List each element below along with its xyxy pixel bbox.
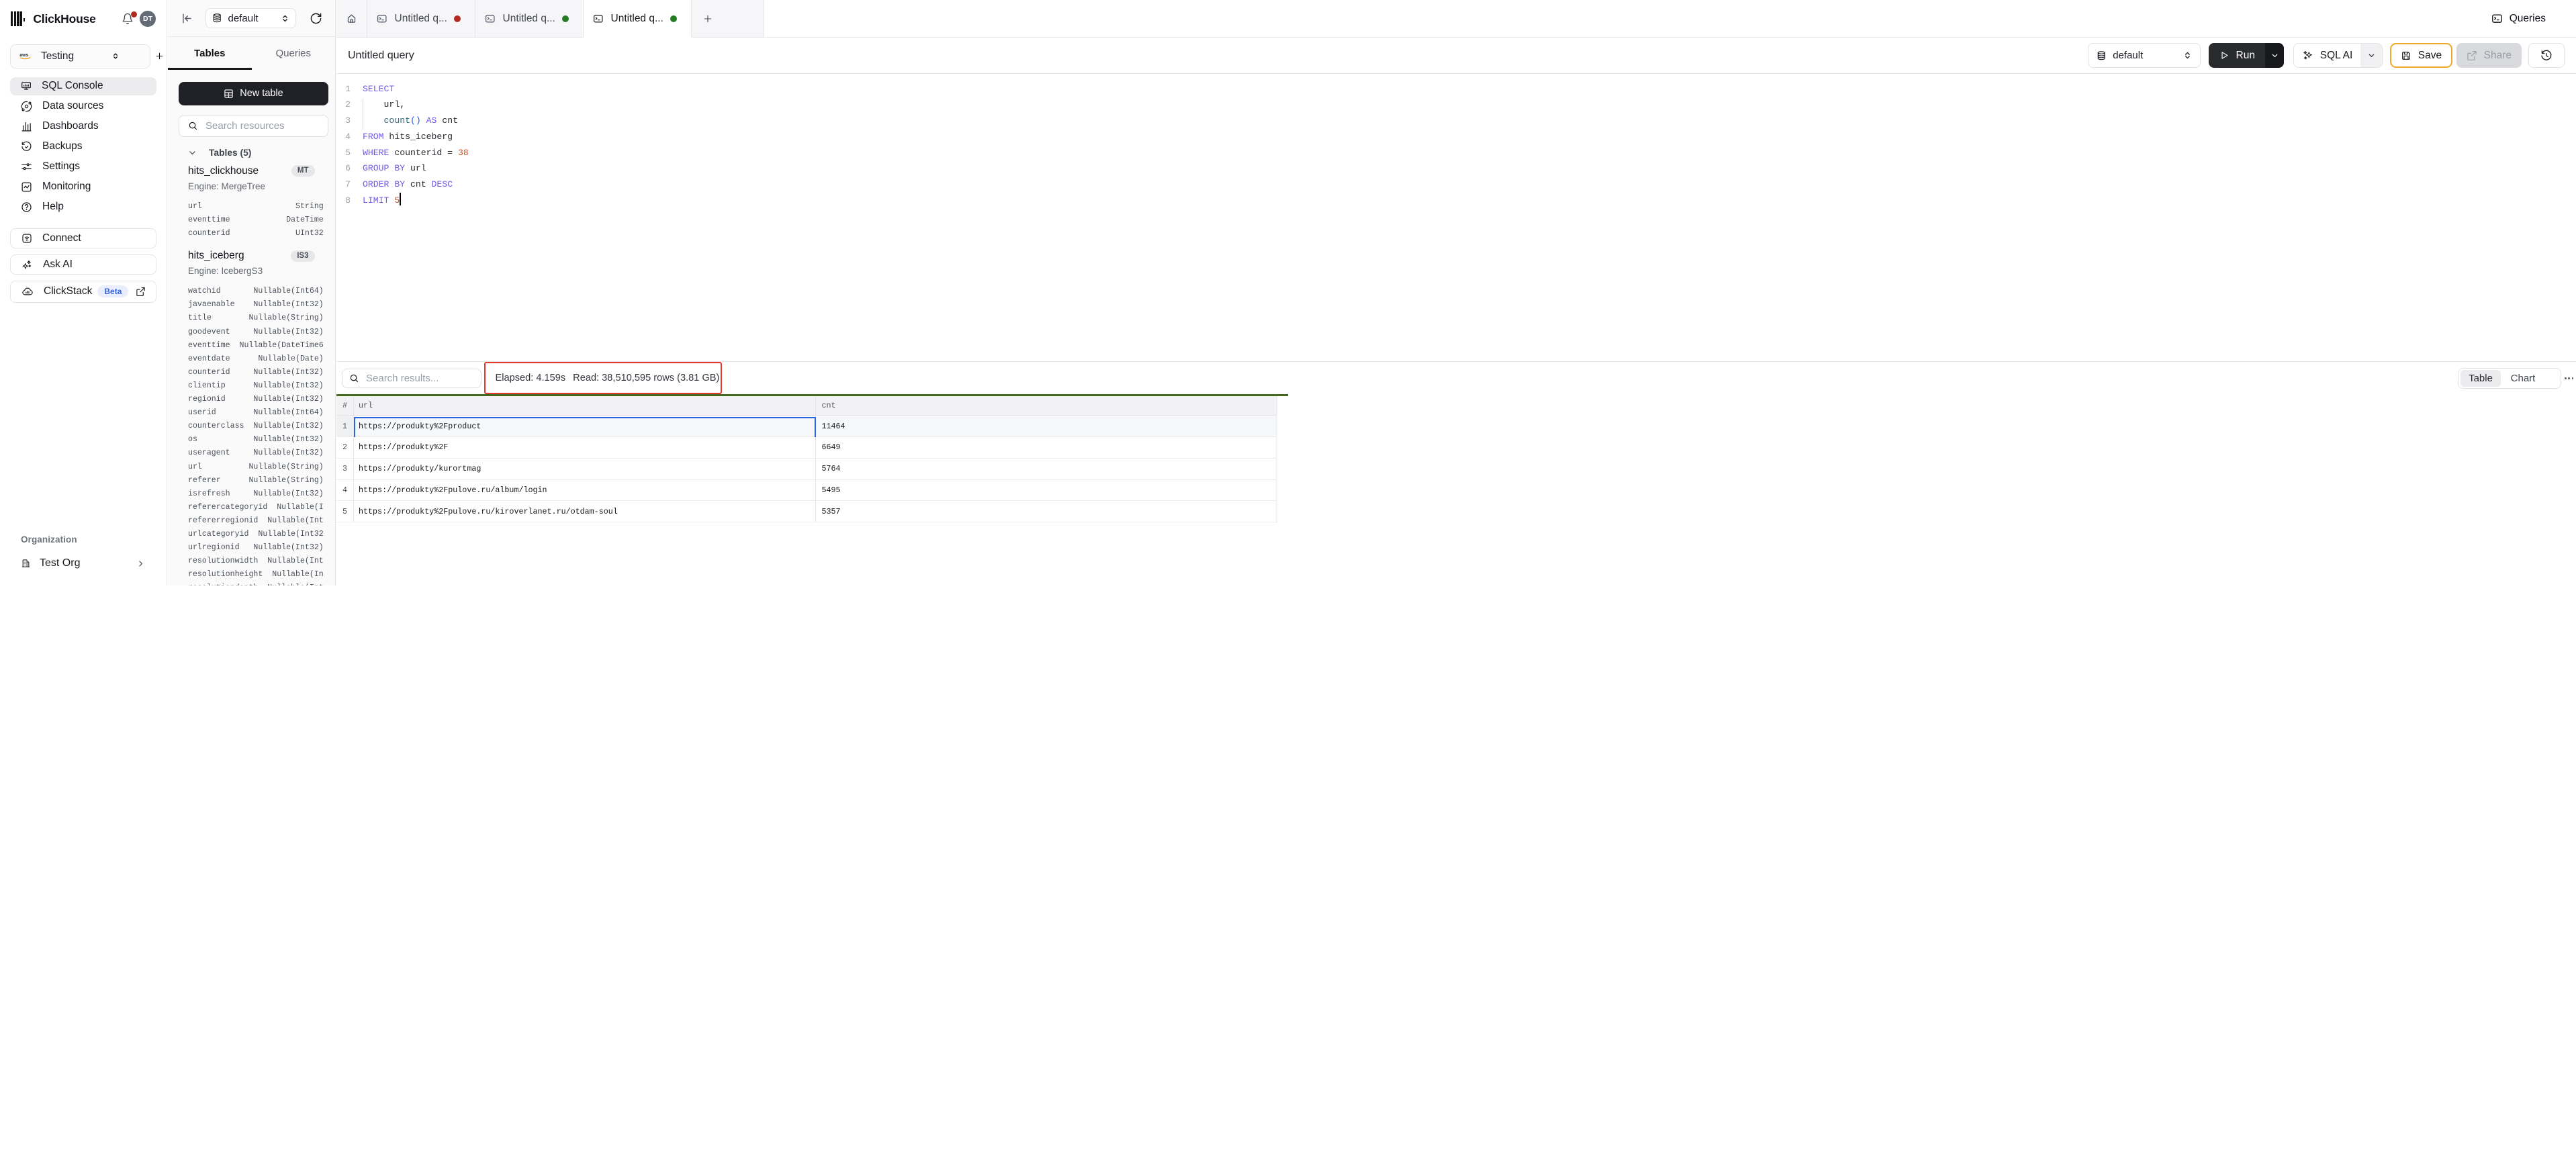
svg-text:aws: aws (19, 53, 28, 58)
